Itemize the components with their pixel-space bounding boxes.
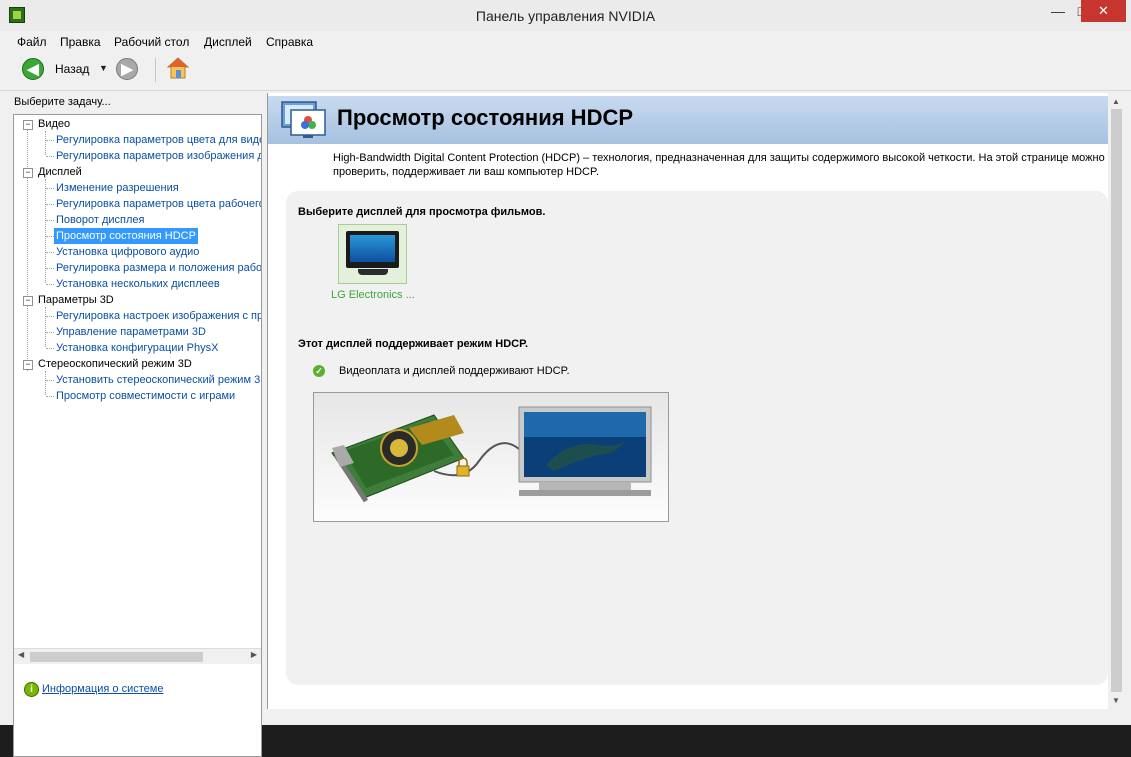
scroll-right-icon[interactable]: ▶ xyxy=(251,650,257,659)
check-icon: ✓ xyxy=(313,365,325,377)
tree-item-desktop-color[interactable]: Регулировка параметров цвета рабочего ст… xyxy=(56,196,261,212)
tree-item-digital-audio[interactable]: Установка цифрового аудио xyxy=(56,244,199,260)
collapse-toggle-icon[interactable]: − xyxy=(23,120,33,130)
hdcp-connection-illustration xyxy=(331,406,652,503)
back-label[interactable]: Назад xyxy=(55,62,89,76)
tree-item-hdcp-status[interactable]: Просмотр состояния HDCP xyxy=(54,228,198,244)
content-vertical-scrollbar[interactable]: ▲ ▼ xyxy=(1108,93,1125,709)
tree-branch xyxy=(46,396,54,397)
tree-category-display[interactable]: Дисплей xyxy=(38,164,82,180)
tree-branch xyxy=(46,140,54,141)
tree-branch xyxy=(46,188,54,189)
tree-guide-line xyxy=(45,371,46,395)
tree-branch xyxy=(46,204,54,205)
home-icon[interactable] xyxy=(166,56,190,80)
display-name[interactable]: LG Electronics ... xyxy=(331,289,415,301)
tree-item-video-color[interactable]: Регулировка параметров цвета для видео xyxy=(56,132,261,148)
task-panel: Выберите задачу... − Видео Регулировка п… xyxy=(8,93,267,757)
tv-display-icon xyxy=(518,406,652,496)
tree-category-stereo-3d[interactable]: Стереоскопический режим 3D xyxy=(38,356,192,372)
tree-branch xyxy=(46,236,54,237)
select-display-heading: Выберите дисплей для просмотра фильмов. xyxy=(298,206,546,218)
menu-file[interactable]: Файл xyxy=(17,35,47,49)
menu-help[interactable]: Справка xyxy=(266,35,313,49)
scroll-thumb[interactable] xyxy=(1111,109,1122,692)
forward-button[interactable]: ▶ xyxy=(116,58,138,80)
tree-item-set-stereo-3d[interactable]: Установить стереоскопический режим 3D xyxy=(56,372,261,388)
hdcp-display-icon xyxy=(281,101,326,138)
display-selector-lg[interactable] xyxy=(338,224,407,284)
system-info-label[interactable]: Информация о системе xyxy=(42,683,163,695)
collapse-toggle-icon[interactable]: − xyxy=(23,360,33,370)
toolbar-separator xyxy=(155,58,156,82)
history-dropdown-icon[interactable]: ▼ xyxy=(99,63,108,73)
hdcp-illustration xyxy=(313,392,669,522)
scroll-up-icon[interactable]: ▲ xyxy=(1112,97,1120,106)
collapse-toggle-icon[interactable]: − xyxy=(23,296,33,306)
monitor-icon xyxy=(346,231,399,268)
monitor-stand xyxy=(358,269,388,275)
title-bar[interactable]: Панель управления NVIDIA — □ ✕ xyxy=(0,0,1131,31)
arrow-left-icon: ◀ xyxy=(27,61,39,78)
arrow-right-icon: ▶ xyxy=(121,61,133,78)
scroll-left-icon[interactable]: ◀ xyxy=(18,650,24,659)
tree-guide-line xyxy=(27,129,28,371)
close-button[interactable]: ✕ xyxy=(1081,0,1126,22)
tree-branch xyxy=(46,316,54,317)
tree-branch xyxy=(46,348,54,349)
task-tree[interactable]: − Видео Регулировка параметров цвета для… xyxy=(13,114,262,757)
page-title: Просмотр состояния HDCP xyxy=(337,105,634,130)
tree-branch xyxy=(46,156,54,157)
tree-branch xyxy=(46,380,54,381)
tree-branch xyxy=(46,284,54,285)
tree-branch xyxy=(46,220,54,221)
page-description: High-Bandwidth Digital Content Protectio… xyxy=(333,152,1105,178)
tree-guide-line xyxy=(45,307,46,347)
toolbar: ◀ Назад ▼ ▶ xyxy=(0,52,1131,91)
tree-item-rotate-display[interactable]: Поворот дисплея xyxy=(56,212,144,228)
tree-item-physx[interactable]: Установка конфигурации PhysX xyxy=(56,340,218,356)
tree-category-video[interactable]: Видео xyxy=(38,116,70,132)
hdcp-status-heading: Этот дисплей поддерживает режим HDCP. xyxy=(298,338,529,350)
tree-item-game-compatibility[interactable]: Просмотр совместимости с играми xyxy=(56,388,235,404)
menu-bar: Файл Правка Рабочий стол Дисплей Справка xyxy=(0,31,1131,51)
tree-item-multiple-displays[interactable]: Установка нескольких дисплеев xyxy=(56,276,220,292)
tree-horizontal-scrollbar[interactable]: ◀ ▶ xyxy=(14,648,261,664)
lock-icon xyxy=(456,457,470,477)
tree-item-video-image[interactable]: Регулировка параметров изображения для в… xyxy=(56,148,261,164)
task-panel-header: Выберите задачу... xyxy=(14,96,111,108)
tree-branch xyxy=(46,252,54,253)
tree-category-3d-settings[interactable]: Параметры 3D xyxy=(38,292,114,308)
menu-edit[interactable]: Правка xyxy=(60,35,101,49)
menu-display[interactable]: Дисплей xyxy=(204,35,252,49)
tree-branch xyxy=(46,332,54,333)
collapse-toggle-icon[interactable]: − xyxy=(23,168,33,178)
window-title: Панель управления NVIDIA xyxy=(475,8,656,24)
tree-branch xyxy=(46,268,54,269)
content-pane: Просмотр состояния HDCP High-Bandwidth D… xyxy=(268,93,1125,709)
menu-desktop[interactable]: Рабочий стол xyxy=(114,35,189,49)
tree-guide-line xyxy=(45,131,46,155)
tree-item-desktop-size[interactable]: Регулировка размера и положения рабочего… xyxy=(56,260,261,276)
tree-item-change-resolution[interactable]: Изменение разрешения xyxy=(56,180,179,196)
nvidia-control-panel-window: Панель управления NVIDIA — □ ✕ Файл Прав… xyxy=(0,0,1131,757)
hdcp-status-message: Видеоплата и дисплей поддерживают HDCP. xyxy=(339,365,570,377)
back-button[interactable]: ◀ xyxy=(22,58,44,80)
page-header: Просмотр состояния HDCP xyxy=(268,96,1108,144)
scroll-down-icon[interactable]: ▼ xyxy=(1112,696,1120,705)
scroll-thumb[interactable] xyxy=(30,652,203,662)
tree-item-image-settings-preview[interactable]: Регулировка настроек изображения с просм… xyxy=(56,308,261,324)
tree-item-manage-3d[interactable]: Управление параметрами 3D xyxy=(56,324,206,340)
graphics-card-icon xyxy=(331,414,465,503)
nvidia-info-icon: i xyxy=(24,682,39,697)
